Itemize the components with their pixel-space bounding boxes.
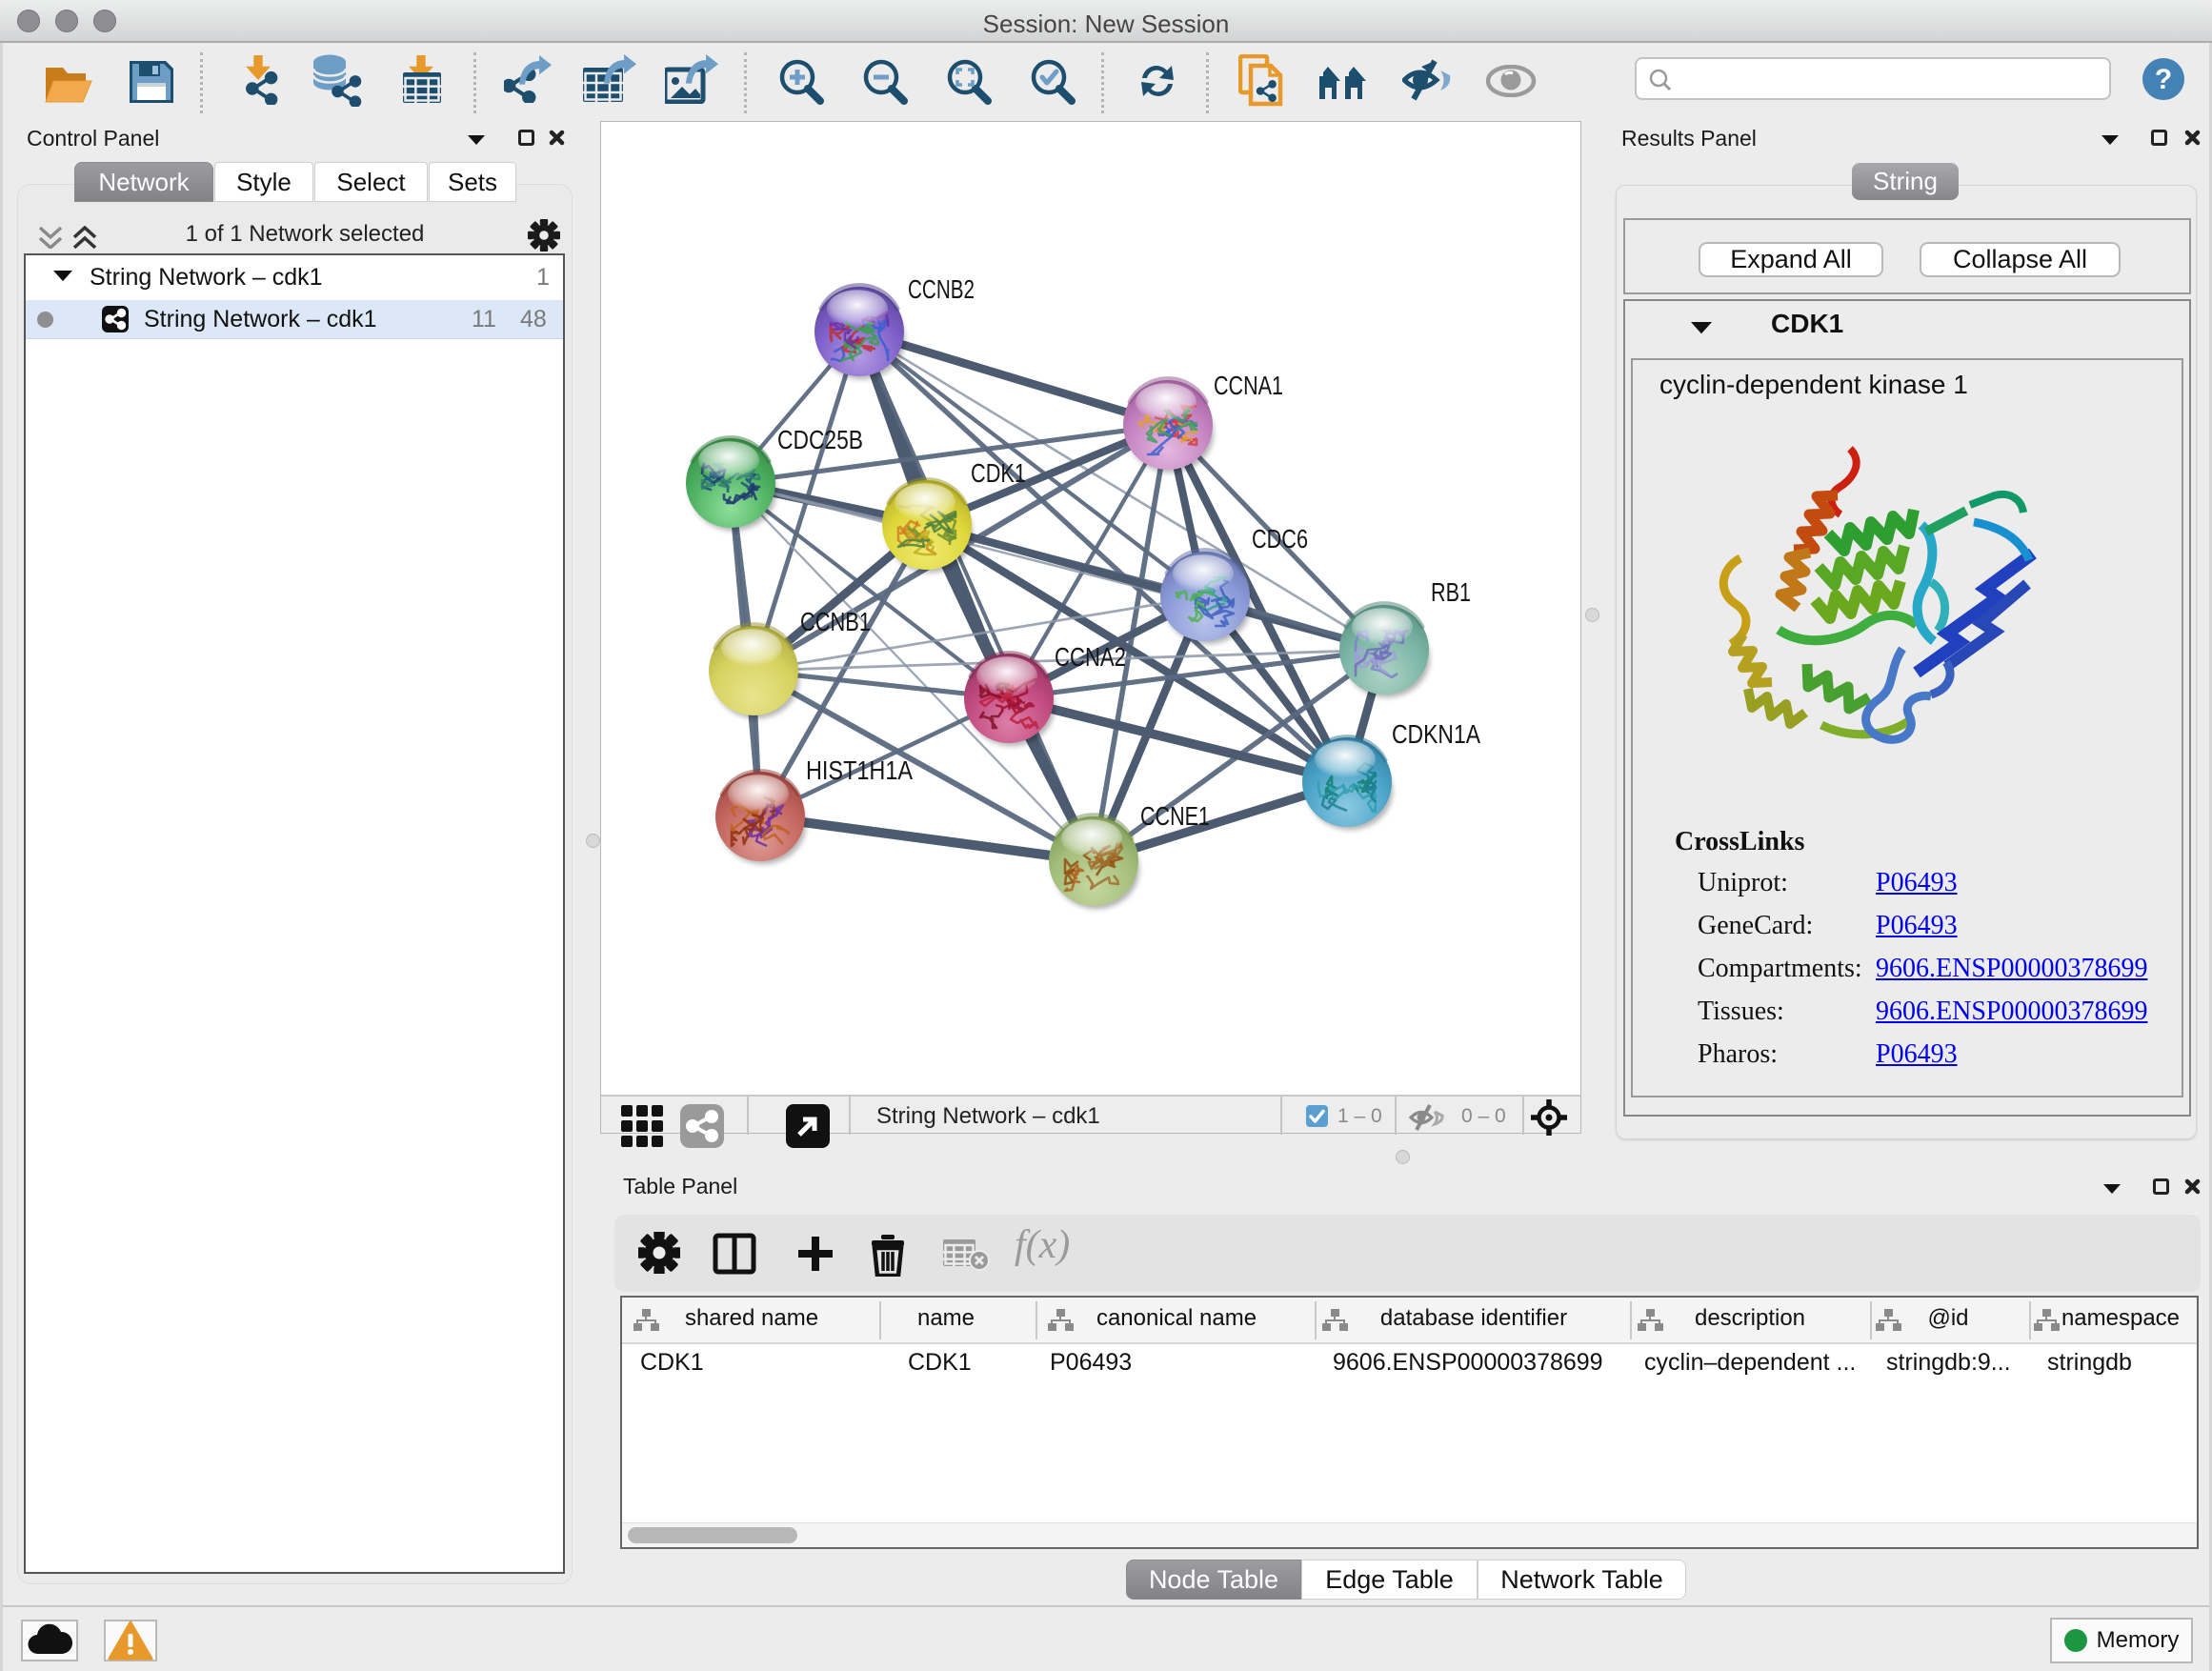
- svg-text:CCNB2: CCNB2: [908, 274, 975, 304]
- svg-text:CDKN1A: CDKN1A: [1392, 719, 1480, 749]
- svg-text:CDC6: CDC6: [1252, 524, 1308, 554]
- svg-text:HIST1H1A: HIST1H1A: [806, 755, 913, 785]
- svg-text:CCNA1: CCNA1: [1214, 371, 1283, 400]
- svg-text:?: ?: [2155, 64, 2172, 95]
- svg-text:CDC25B: CDC25B: [777, 425, 863, 454]
- svg-text:CCNB1: CCNB1: [800, 607, 871, 636]
- svg-text:RB1: RB1: [1431, 577, 1471, 607]
- svg-text:CCNE1: CCNE1: [1140, 801, 1210, 831]
- svg-text:CDK1: CDK1: [971, 458, 1026, 488]
- svg-text:CCNA2: CCNA2: [1055, 642, 1126, 672]
